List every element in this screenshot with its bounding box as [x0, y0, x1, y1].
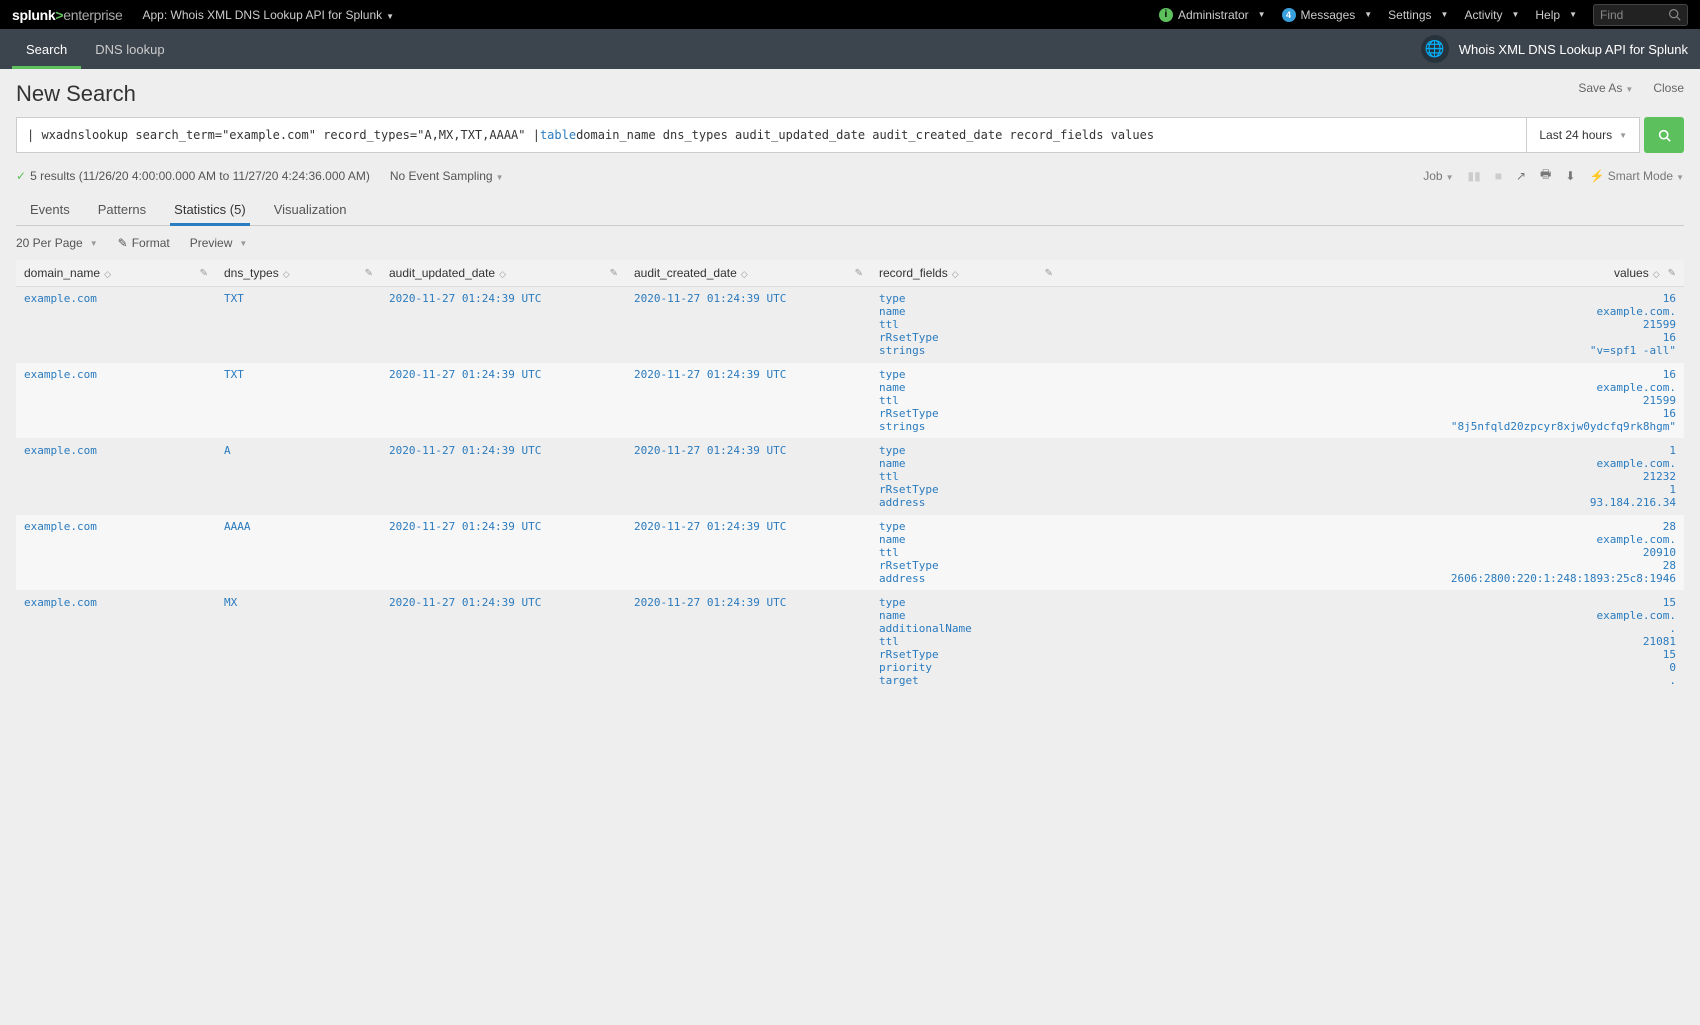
table-cell[interactable]: 2020-11-27 01:24:39 UTC [381, 591, 626, 693]
activity-menu[interactable]: Activity▼ [1464, 8, 1519, 22]
messages-badge: 4 [1282, 8, 1296, 22]
table-cell[interactable]: example.com [16, 515, 216, 591]
logo: splunk>enterprise [12, 7, 122, 23]
table-cell[interactable]: typenameadditionalNamettlrRsetTypepriori… [871, 591, 1061, 693]
job-menu[interactable]: Job▼ [1423, 169, 1453, 183]
viewtab-patterns[interactable]: Patterns [84, 194, 160, 225]
viewtab-statistics[interactable]: Statistics (5) [160, 194, 260, 225]
print-icon[interactable]: 🖶 [1540, 165, 1551, 186]
table-cell[interactable]: example.com [16, 363, 216, 439]
results-count: 5 results (11/26/20 4:00:00.000 AM to 11… [30, 169, 370, 183]
table-cell[interactable]: 2020-11-27 01:24:39 UTC [626, 515, 871, 591]
table-cell[interactable]: typenamettlrRsetTypeaddress [871, 439, 1061, 515]
table-cell[interactable]: TXT [216, 363, 381, 439]
viewtab-visualization[interactable]: Visualization [260, 194, 361, 225]
event-sampling-menu[interactable]: No Event Sampling▼ [390, 169, 504, 183]
table-row: example.comTXT2020-11-27 01:24:39 UTC202… [16, 287, 1684, 363]
table-cell[interactable]: 16example.com.2159916"8j5nfqld20zpcyr8xj… [1061, 363, 1684, 439]
table-row: example.comAAAA2020-11-27 01:24:39 UTC20… [16, 515, 1684, 591]
table-cell[interactable]: example.com [16, 591, 216, 693]
table-cell[interactable]: 1example.com.21232193.184.216.34 [1061, 439, 1684, 515]
col-dns-types[interactable]: dns_types◇✎ [216, 260, 381, 287]
administrator-menu[interactable]: i Administrator▼ [1159, 8, 1266, 22]
app-title: Whois XML DNS Lookup API for Splunk [1459, 42, 1688, 57]
per-page-selector[interactable]: 20 Per Page▼ [16, 236, 98, 250]
col-audit-created-date[interactable]: audit_created_date◇✎ [626, 260, 871, 287]
tab-search[interactable]: Search [12, 29, 81, 69]
table-cell[interactable]: 16example.com.2159916"v=spf1 -all" [1061, 287, 1684, 363]
table-cell[interactable]: example.com [16, 287, 216, 363]
export-icon[interactable]: ⬇ [1565, 169, 1575, 183]
col-record-fields[interactable]: record_fields◇✎ [871, 260, 1061, 287]
save-as-menu[interactable]: Save As▼ [1578, 81, 1633, 95]
tab-dns-lookup[interactable]: DNS lookup [81, 29, 178, 69]
app-icon: 🌐 [1421, 35, 1449, 63]
search-icon [1668, 8, 1681, 21]
app-selector[interactable]: App: Whois XML DNS Lookup API for Splunk… [142, 8, 394, 22]
messages-menu[interactable]: 4 Messages▼ [1282, 8, 1373, 22]
check-icon: ✓ [16, 169, 26, 183]
close-button[interactable]: Close [1653, 81, 1684, 95]
col-audit-updated-date[interactable]: audit_updated_date◇✎ [381, 260, 626, 287]
table-cell[interactable]: 2020-11-27 01:24:39 UTC [626, 287, 871, 363]
viewtab-events[interactable]: Events [16, 194, 84, 225]
info-icon: i [1159, 8, 1173, 22]
pencil-icon[interactable]: ✎ [1045, 268, 1053, 279]
table-row: example.comA2020-11-27 01:24:39 UTC2020-… [16, 439, 1684, 515]
table-cell[interactable]: 28example.com.20910282606:2800:220:1:248… [1061, 515, 1684, 591]
pencil-icon[interactable]: ✎ [365, 268, 373, 279]
find-input[interactable]: Find [1593, 4, 1688, 26]
table-cell[interactable]: typenamettlrRsetTypestrings [871, 287, 1061, 363]
table-cell[interactable]: example.com [16, 439, 216, 515]
timerange-selector[interactable]: Last 24 hours▼ [1527, 117, 1640, 153]
table-cell[interactable]: 2020-11-27 01:24:39 UTC [626, 591, 871, 693]
table-cell[interactable]: typenamettlrRsetTypeaddress [871, 515, 1061, 591]
table-cell[interactable]: 2020-11-27 01:24:39 UTC [381, 287, 626, 363]
table-cell[interactable]: AAAA [216, 515, 381, 591]
smart-mode-menu[interactable]: ⚡ Smart Mode▼ [1589, 169, 1684, 183]
results-table: domain_name◇✎ dns_types◇✎ audit_updated_… [16, 260, 1684, 693]
navbar: Search DNS lookup 🌐 Whois XML DNS Lookup… [0, 29, 1700, 69]
table-row: example.comMX2020-11-27 01:24:39 UTC2020… [16, 591, 1684, 693]
col-values[interactable]: values◇✎ [1061, 260, 1684, 287]
col-domain-name[interactable]: domain_name◇✎ [16, 260, 216, 287]
table-row: example.comTXT2020-11-27 01:24:39 UTC202… [16, 363, 1684, 439]
table-cell[interactable]: 2020-11-27 01:24:39 UTC [381, 515, 626, 591]
pause-icon[interactable]: ▮▮ [1468, 169, 1481, 183]
help-menu[interactable]: Help▼ [1535, 8, 1577, 22]
pencil-icon[interactable]: ✎ [610, 268, 618, 279]
format-selector[interactable]: ✎ Format [118, 236, 170, 250]
table-cell[interactable]: TXT [216, 287, 381, 363]
table-cell[interactable]: 2020-11-27 01:24:39 UTC [626, 439, 871, 515]
search-input[interactable]: | wxadnslookup search_term="example.com"… [16, 117, 1527, 153]
pencil-icon[interactable]: ✎ [200, 268, 208, 279]
page-title: New Search [16, 81, 136, 107]
table-cell[interactable]: 2020-11-27 01:24:39 UTC [381, 439, 626, 515]
table-cell[interactable]: typenamettlrRsetTypestrings [871, 363, 1061, 439]
table-cell[interactable]: MX [216, 591, 381, 693]
stop-icon[interactable]: ■ [1495, 169, 1502, 183]
pencil-icon[interactable]: ✎ [1668, 268, 1676, 279]
settings-menu[interactable]: Settings▼ [1388, 8, 1448, 22]
table-cell[interactable]: 15example.com..21081150. [1061, 591, 1684, 693]
table-cell[interactable]: 2020-11-27 01:24:39 UTC [626, 363, 871, 439]
table-cell[interactable]: A [216, 439, 381, 515]
share-icon[interactable]: ↗ [1516, 169, 1526, 183]
search-button[interactable] [1644, 117, 1684, 153]
pencil-icon[interactable]: ✎ [855, 268, 863, 279]
preview-selector[interactable]: Preview▼ [190, 236, 248, 250]
table-cell[interactable]: 2020-11-27 01:24:39 UTC [381, 363, 626, 439]
search-icon [1658, 129, 1671, 142]
topbar: splunk>enterprise App: Whois XML DNS Loo… [0, 0, 1700, 29]
